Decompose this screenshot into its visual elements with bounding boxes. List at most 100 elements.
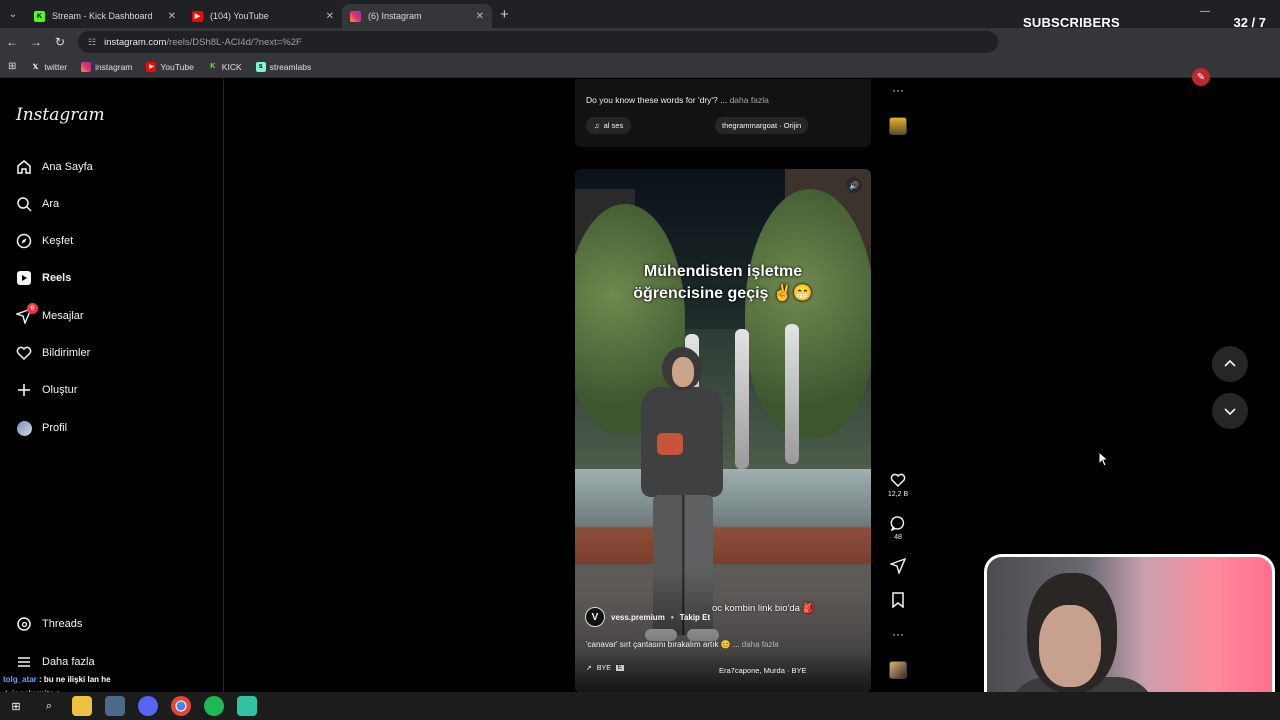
close-icon[interactable]: ✕ — [476, 11, 484, 22]
sidebar-item-reels[interactable]: Reels — [0, 263, 224, 293]
sidebar-item-profile[interactable]: Profil — [0, 413, 224, 443]
more-options-button[interactable]: ··· — [886, 83, 910, 97]
tab-label: (6) Instagram — [368, 11, 422, 21]
kick-icon: K — [210, 63, 216, 70]
comment-icon — [890, 516, 905, 531]
tab-label: (104) YouTube — [210, 11, 269, 21]
sidebar-item-label: Ana Sayfa — [42, 161, 93, 173]
apps-icon[interactable]: ⊞ — [8, 61, 16, 72]
bookmark-streamlabs[interactable]: s streamlabs — [255, 61, 311, 72]
windows-taskbar: ⊞ ⌕ — [0, 692, 1280, 720]
plus-icon — [16, 382, 32, 398]
author-avatar[interactable]: V — [585, 607, 605, 627]
audio-label: BYE — [596, 664, 611, 672]
reel-video[interactable]: Mühendisten işletme öğrencisine geçiş ✌😁 … — [575, 169, 871, 692]
chat-text: bu ne ilişki lan he — [43, 675, 111, 684]
url-input[interactable]: ☷ instagram.com/reels/DSh8L-ACI4d/?next=… — [78, 31, 998, 53]
follow-button[interactable]: Takip Et — [680, 613, 711, 622]
reel-title-overlay: Mühendisten işletme öğrencisine geçiş ✌😁 — [575, 261, 871, 305]
x-icon: 𝕏 — [32, 63, 39, 71]
file-explorer-icon[interactable] — [72, 696, 92, 716]
new-tab-button[interactable]: + — [500, 6, 509, 23]
sidebar-item-messages[interactable]: 6 Mesajlar — [0, 301, 224, 331]
tab-kick[interactable]: K Stream - Kick Dashboard ✕ — [26, 4, 184, 28]
search-icon — [16, 196, 32, 212]
next-reel-button[interactable] — [1212, 393, 1248, 429]
statue — [785, 324, 799, 464]
author-name[interactable]: vess.premium — [611, 613, 665, 622]
sidebar-item-notifications[interactable]: Bildirimler — [0, 338, 224, 368]
streamer-face — [1039, 605, 1101, 687]
audio-label: al ses — [603, 121, 624, 130]
sidebar-item-search[interactable]: Ara — [0, 189, 224, 219]
sidebar-item-label: Bildirimler — [42, 347, 91, 359]
track-label[interactable]: Era7capone, Murda · BYE — [719, 666, 807, 675]
share-button[interactable] — [886, 558, 910, 574]
avatar — [16, 420, 32, 436]
bookmark-kick[interactable]: K KICK — [208, 62, 241, 72]
heart-icon — [890, 473, 906, 488]
audio-thumbnail[interactable] — [889, 661, 907, 679]
instagram-logo[interactable]: Instagram — [16, 105, 105, 125]
sidebar-item-label: Mesajlar — [42, 310, 84, 322]
streamlabs-icon[interactable] — [237, 696, 257, 716]
explore-icon — [16, 233, 32, 249]
more-link[interactable]: daha fazla — [730, 95, 769, 105]
sidebar-item-home[interactable]: Ana Sayfa — [0, 152, 224, 182]
arrow-icon: ↗ — [586, 665, 592, 672]
audio-link[interactable]: ↗ BYE E — [586, 664, 624, 672]
bookmark-instagram[interactable]: instagram — [81, 61, 132, 72]
tab-instagram[interactable]: (6) Instagram ✕ — [342, 4, 492, 28]
app-icon[interactable] — [105, 696, 125, 716]
audio-thumbnail[interactable] — [889, 117, 907, 135]
caption-text: Do you know these words for 'dry'? ... — [586, 95, 728, 105]
back-button[interactable]: ← — [0, 35, 24, 49]
spotify-icon[interactable] — [204, 696, 224, 716]
track-label: thegrammargoat · Orijin — [722, 121, 802, 130]
comment-button[interactable]: 48 — [886, 515, 910, 541]
chat-username: tolg_atar — [3, 675, 37, 684]
instagram-sidebar: Instagram Ana Sayfa Ara Keşfet Reels 6 M… — [0, 79, 224, 692]
previous-reel-caption: Do you know these words for 'dry'? ... d… — [586, 95, 769, 105]
reels-icon — [16, 270, 32, 286]
sidebar-item-label: Ara — [42, 198, 60, 210]
close-icon[interactable]: ✕ — [168, 11, 176, 22]
reload-button[interactable]: ↻ — [48, 35, 72, 49]
like-button[interactable]: 12,2 B — [886, 472, 910, 498]
tab-search-button[interactable]: ⌄ — [0, 0, 26, 28]
reel-author: V vess.premium • Takip Et — [585, 607, 710, 627]
site-info-icon[interactable]: ☷ — [88, 37, 96, 48]
tree — [745, 189, 871, 439]
forward-button[interactable]: → — [24, 35, 48, 49]
bookmark-twitter[interactable]: 𝕏twitter — [30, 62, 68, 72]
bookmark-youtube[interactable]: ▶ YouTube — [146, 61, 194, 72]
avatar-wrapper — [16, 420, 32, 436]
discord-icon[interactable] — [138, 696, 158, 716]
sidebar-item-threads[interactable]: Threads — [0, 609, 224, 639]
search-icon[interactable]: ⌕ — [39, 696, 59, 716]
more-options-button[interactable]: ··· — [886, 627, 910, 641]
streamlabs-icon: s — [255, 61, 266, 72]
sidebar-item-create[interactable]: Oluştur — [0, 375, 224, 405]
youtube-icon: ▶ — [192, 10, 203, 22]
more-link[interactable]: daha fazla — [742, 640, 779, 649]
share-icon — [890, 558, 906, 574]
tab-youtube[interactable]: ▶ (104) YouTube ✕ — [184, 4, 342, 28]
volume-icon[interactable]: 🔊 — [846, 177, 862, 193]
audio-chip[interactable]: ♫ al ses — [586, 117, 632, 134]
windows-start-icon[interactable]: ⊞ — [6, 696, 26, 716]
close-icon[interactable]: ✕ — [326, 11, 334, 22]
chrome-icon[interactable] — [171, 696, 191, 716]
sidebar-item-label: Keşfet — [42, 235, 74, 247]
previous-reel-button[interactable] — [1212, 346, 1248, 382]
music-note-icon: ♫ — [594, 121, 600, 130]
mouse-cursor-icon — [1098, 451, 1110, 467]
heart-icon — [16, 345, 32, 361]
chevron-up-icon — [1224, 359, 1236, 367]
sidebar-item-explore[interactable]: Keşfet — [0, 226, 224, 256]
track-chip[interactable]: thegrammargoat · Orijin — [715, 117, 809, 134]
address-bar-row: ← → ↻ ☷ instagram.com/reels/DSh8L-ACI4d/… — [0, 28, 1280, 56]
save-button[interactable] — [886, 592, 910, 608]
url-host: instagram.com — [104, 36, 167, 48]
sidebar-item-label: Reels — [42, 272, 72, 284]
